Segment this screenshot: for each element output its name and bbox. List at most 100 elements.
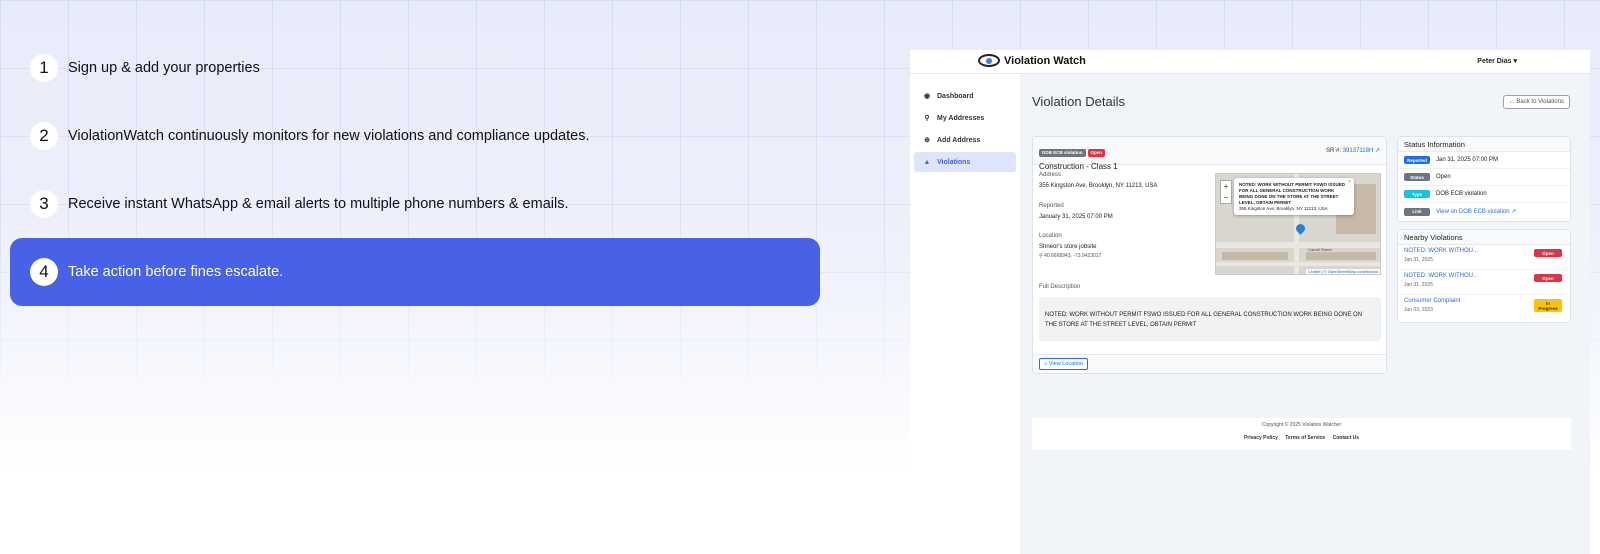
sidebar-item-label: Violations	[937, 158, 971, 166]
main-content: Violation Details ← Back to Violations D…	[1020, 74, 1590, 554]
step-number: 1	[30, 54, 58, 82]
step-number: 3	[30, 190, 58, 218]
brand-name: Violation Watch	[1004, 54, 1086, 67]
type-badge: Type	[1404, 190, 1430, 198]
reported-label: Reported	[1039, 203, 1064, 209]
description-label: Full Description	[1039, 284, 1081, 290]
map-pin-icon: ⚲	[924, 115, 930, 122]
status-row: Type DOB ECB violation	[1398, 186, 1570, 203]
sidebar-item-dashboard[interactable]: ◉ Dashboard	[914, 86, 1016, 106]
map-road	[1216, 262, 1380, 266]
coordinates-value: 40.6668943, -73.9423017	[1044, 253, 1102, 259]
sidebar-item-violations[interactable]: ▲ Violations	[914, 152, 1016, 172]
reported-field: Reported January 31, 2025 07:00 PM	[1039, 203, 1113, 220]
reported-badge: Reported	[1404, 156, 1430, 164]
step-2[interactable]: 2 ViolationWatch continuously monitors f…	[10, 102, 820, 170]
map-building	[1222, 252, 1288, 260]
address-field: Address 355 Kingston Ave, Brooklyn, NY 1…	[1039, 172, 1157, 189]
status-row-value: Open	[1436, 174, 1451, 180]
map-attribution[interactable]: Leaflet | © OpenStreetMap contributors	[1306, 269, 1380, 274]
map[interactable]: + − × NOTED: WORK WITHOUT PERMIT FSWO IS…	[1215, 173, 1381, 275]
privacy-policy-link[interactable]: Privacy Policy	[1244, 435, 1278, 441]
location-field: Location Shneor's store jobsite ⚲ 40.666…	[1039, 233, 1101, 259]
violation-card-footer: ⌂ View Location	[1033, 354, 1386, 373]
app-header: Violation Watch Peter Dias ▾	[910, 50, 1590, 74]
description-box: NOTED: WORK WITHOUT PERMIT FSWO ISSUED F…	[1039, 297, 1381, 341]
step-text: Sign up & add your properties	[68, 60, 260, 76]
step-4[interactable]: 4 Take action before fines escalate.	[10, 238, 820, 306]
popup-title: NOTED: WORK WITHOUT PERMIT FSWO ISSUED F…	[1239, 182, 1345, 205]
map-pin-icon: ⚲	[1039, 253, 1043, 259]
status-badge: Open	[1534, 274, 1562, 282]
status-row: Status Open	[1398, 169, 1570, 186]
violation-type-badge: DOB ECB violation	[1039, 148, 1086, 157]
step-text: Receive instant WhatsApp & email alerts …	[68, 196, 569, 212]
sidebar-item-label: Dashboard	[937, 92, 974, 100]
warning-icon: ▲	[923, 158, 931, 166]
address-value: 355 Kingston Ave, Brooklyn, NY 11213, US…	[1039, 183, 1158, 189]
reported-value: January 31, 2025 07:00 PM	[1039, 214, 1113, 220]
nearby-violations-title: Nearby Violations	[1398, 230, 1570, 245]
map-building	[1306, 252, 1376, 260]
terms-of-service-link[interactable]: Terms of Service	[1285, 435, 1325, 441]
step-1[interactable]: 1 Sign up & add your properties	[10, 34, 820, 102]
eye-logo-icon	[978, 54, 1000, 67]
copyright: Copyright © 2025 Violation Watcher	[1261, 422, 1342, 428]
sidebar-item-my-addresses[interactable]: ⚲ My Addresses	[914, 108, 1016, 128]
steps-list: 1 Sign up & add your properties 2 Violat…	[10, 34, 820, 306]
nearby-violations-card: Nearby Violations NOTED: WORK WITHOU... …	[1397, 229, 1571, 323]
popup-address: 355 Kingston Ave, Brooklyn, NY 11213, US…	[1239, 206, 1328, 211]
violation-class: Construction - Class 1	[1039, 162, 1118, 171]
violation-card: DOB ECB violation Open Construction - Cla…	[1032, 136, 1387, 374]
user-menu[interactable]: Peter Dias ▾	[1477, 57, 1517, 65]
step-3[interactable]: 3 Receive instant WhatsApp & email alert…	[10, 170, 820, 238]
status-badge: Open	[1534, 249, 1562, 257]
nearby-violation-date: Jan 31, 2025	[1404, 282, 1433, 288]
step-text: Take action before fines escalate.	[68, 264, 284, 280]
status-row: Reported Jan 31, 2025 07:00 PM	[1398, 152, 1570, 169]
status-badge: Open	[1087, 148, 1106, 157]
step-number: 4	[30, 258, 58, 286]
violation-card-header: DOB ECB violation Open Construction - Cla…	[1033, 137, 1386, 171]
nearby-violation-item[interactable]: NOTED: WORK WITHOU... Jan 31, 2025 Open	[1398, 245, 1570, 270]
status-information-title: Status Information	[1398, 137, 1570, 152]
step-number: 2	[30, 122, 58, 150]
back-to-violations-button[interactable]: ← Back to Violations	[1502, 95, 1570, 109]
close-icon[interactable]: ×	[1348, 179, 1351, 185]
sr-label: SR #:	[1326, 148, 1342, 154]
location-label: Location	[1039, 233, 1062, 239]
dashboard-icon: ◉	[923, 93, 931, 100]
view-location-button[interactable]: ⌂ View Location	[1039, 358, 1089, 370]
nearby-violation-item[interactable]: Consumer Complaint Jun 03, 2023 In Progr…	[1398, 295, 1570, 320]
location-value: Shneor's store jobsite	[1039, 244, 1097, 250]
status-badge: Status	[1404, 173, 1430, 181]
zoom-in-button[interactable]: +	[1221, 181, 1231, 192]
sr-link[interactable]: 39137118H	[1343, 148, 1374, 154]
status-information-card: Status Information Reported Jan 31, 2025…	[1397, 136, 1571, 222]
status-row-value: DOB ECB violation	[1436, 191, 1487, 197]
map-popup: × NOTED: WORK WITHOUT PERMIT FSWO ISSUED…	[1234, 178, 1354, 215]
nearby-violation-item[interactable]: NOTED: WORK WITHOU... Jan 31, 2025 Open	[1398, 270, 1570, 295]
app-screenshot: Violation Watch Peter Dias ▾ ◉ Dashboard…	[910, 50, 1590, 554]
brand-logo[interactable]: Violation Watch	[978, 54, 1086, 67]
sidebar-item-add-address[interactable]: ⊕ Add Address	[914, 130, 1016, 150]
sidebar: ◉ Dashboard ⚲ My Addresses ⊕ Add Address…	[910, 74, 1020, 554]
step-text: ViolationWatch continuously monitors for…	[68, 128, 590, 144]
zoom-out-button[interactable]: −	[1221, 192, 1231, 203]
status-row-value: Jan 31, 2025 07:00 PM	[1436, 157, 1499, 163]
app-footer: Copyright © 2025 Violation Watcher Priva…	[1032, 418, 1571, 450]
sr-number: SR #: 39137118H ↗	[1326, 147, 1380, 154]
plus-circle-icon: ⊕	[924, 137, 930, 144]
map-zoom-controls: + −	[1220, 180, 1232, 204]
address-label: Address	[1039, 172, 1062, 178]
link-badge: Link	[1404, 207, 1430, 216]
view-location-label: View Location	[1048, 361, 1084, 367]
contact-us-link[interactable]: Contact Us	[1333, 435, 1359, 441]
coordinates: ⚲ 40.6668943, -73.9423017	[1039, 253, 1101, 259]
sidebar-item-label: Add Address	[937, 136, 981, 144]
dob-ecb-link[interactable]: View on DOB ECB violation ↗	[1436, 208, 1516, 215]
footer-links: Privacy Policy Terms of Service Contact …	[1032, 435, 1571, 441]
external-link-icon[interactable]: ↗	[1375, 148, 1380, 154]
sidebar-item-label: My Addresses	[937, 114, 985, 122]
page-title: Violation Details	[1032, 94, 1125, 109]
